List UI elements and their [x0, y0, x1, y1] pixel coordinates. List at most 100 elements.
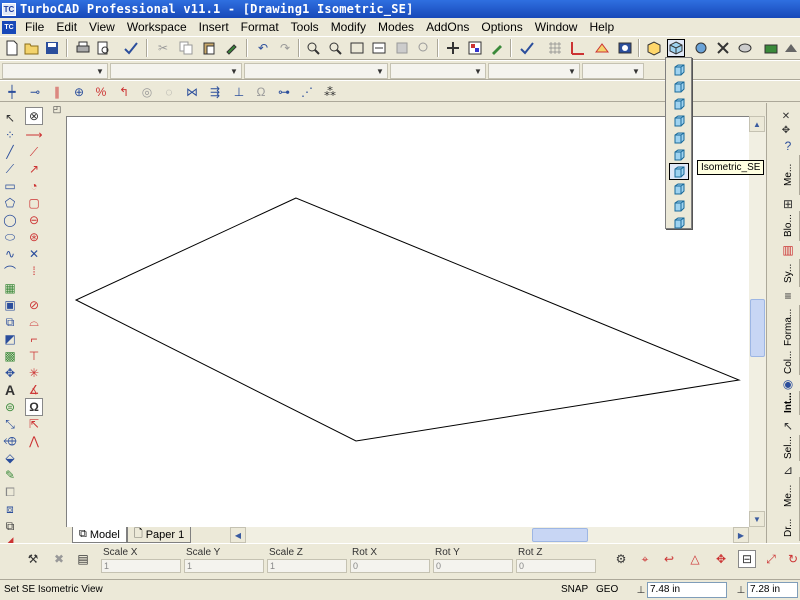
tab-me-2[interactable]: Me... [778, 477, 800, 515]
sphere-tool-icon[interactable]: ⊛ [25, 228, 43, 246]
pen-scale-dropdown[interactable]: ▼ [488, 63, 580, 79]
snap-magnet-icon[interactable]: ⁂ [321, 83, 339, 101]
scale-z-field[interactable]: 1 [267, 559, 347, 573]
isometric-nw-icon[interactable] [669, 214, 689, 231]
spline-tool-icon[interactable]: ⌒ [1, 262, 19, 280]
offset-tool-icon[interactable]: ✳ [25, 364, 43, 382]
mirror-tool-icon[interactable]: ⬲ [1, 432, 19, 450]
menu-edit[interactable]: Edit [50, 18, 83, 36]
snap-tangent-arc-icon[interactable]: ◌ [160, 83, 178, 101]
scale-x-field[interactable]: 1 [101, 559, 181, 573]
snap-middle-icon[interactable]: ∥ [48, 83, 66, 101]
tab-symbols[interactable]: Sy... [778, 259, 800, 287]
cross-tool-icon[interactable]: ✕ [25, 245, 43, 263]
new-file-icon[interactable] [3, 39, 21, 57]
snap-align-icon[interactable]: ⇶ [206, 83, 224, 101]
inquiry-tool-icon[interactable]: Ω [25, 398, 43, 416]
vertical-scroll-thumb[interactable] [750, 299, 765, 357]
brush-dropdown[interactable]: ▼ [582, 63, 644, 79]
select-arrow-icon[interactable]: ↖ [1, 109, 19, 127]
vertical-scrollbar[interactable]: ▲ ▼ [749, 116, 766, 527]
ruler-corner-icon[interactable]: ◰ [50, 103, 64, 115]
curve-tool-icon[interactable]: ∿ [1, 245, 19, 263]
insert-image-icon[interactable]: ✎ [1, 466, 19, 484]
angle-lock-icon[interactable]: △ [686, 550, 704, 568]
walkthrough-icon[interactable] [782, 39, 800, 57]
rotate-handle-icon[interactable]: ↻ [784, 550, 800, 568]
polygon-tool-icon[interactable]: ⬠ [1, 194, 19, 212]
paste-icon[interactable] [200, 39, 218, 57]
cut-icon[interactable]: ✂ [154, 39, 172, 57]
standard-views-icon[interactable] [645, 39, 663, 57]
trim-tool-icon[interactable]: ⌓ [25, 313, 43, 331]
tab-model[interactable]: ⧉ Model [72, 527, 127, 543]
snap-tangent-circle-icon[interactable]: Ω [252, 83, 270, 101]
ellipse-tool-icon[interactable]: ⬭ [1, 228, 19, 246]
isometric-sw-icon[interactable] [669, 180, 689, 197]
horizontal-scrollbar[interactable]: ◀ ▶ [230, 527, 749, 543]
grid-dots-icon[interactable]: ⁞ [25, 262, 43, 280]
isometric-rectangle[interactable] [74, 197, 741, 442]
color-dropdown[interactable]: ▼ [110, 63, 242, 79]
group-tool-icon[interactable]: ▣ [1, 296, 19, 314]
move-reference-icon[interactable]: ✥ [712, 550, 730, 568]
inspector-list-icon[interactable]: ▤ [74, 550, 92, 568]
symbols-icon[interactable]: ▥ [779, 241, 797, 259]
pen-style-dropdown[interactable]: ▼ [244, 63, 388, 79]
geo-indicator[interactable]: GEO [596, 582, 618, 598]
select-by-color-icon[interactable] [466, 39, 484, 57]
pen-width-dropdown[interactable]: ▼ [390, 63, 486, 79]
tab-selection[interactable]: Sel... [778, 435, 800, 461]
menu-addons[interactable]: AddOns [420, 18, 475, 36]
snap-vertex-icon[interactable]: ┿ [3, 83, 21, 101]
format-icon[interactable]: ≡ [779, 287, 797, 305]
menu-tools[interactable]: Tools [285, 18, 325, 36]
dimension-tool-icon[interactable]: ⊤ [25, 347, 43, 365]
snap-intersection-icon[interactable]: ⋈ [183, 83, 201, 101]
box-tool-icon[interactable]: ▢ [25, 194, 43, 212]
scroll-right-icon[interactable]: ▶ [733, 527, 749, 543]
selection-arrow-icon[interactable]: ↖ [779, 417, 797, 435]
zoom-page-icon[interactable] [393, 39, 411, 57]
tangent-line-icon[interactable]: ↗ [25, 160, 43, 178]
chamfer-tool-icon[interactable]: ⋀ [25, 432, 43, 450]
camera-icon[interactable] [762, 39, 780, 57]
scale-handle-icon[interactable]: ⤢ [762, 550, 780, 568]
menu-options[interactable]: Options [475, 18, 528, 36]
tab-blocks[interactable]: Blo... [778, 211, 800, 241]
render-icon[interactable] [692, 39, 710, 57]
scale-y-field[interactable]: 1 [184, 559, 264, 573]
copy-icon[interactable] [177, 39, 195, 57]
polyline-icon[interactable]: ⟋ [1, 160, 19, 178]
grid-icon[interactable] [546, 39, 564, 57]
zoom-previous-icon[interactable] [415, 39, 433, 57]
text-tool-icon[interactable]: A [1, 381, 19, 399]
snap-quadrant-icon[interactable]: ↰ [115, 83, 133, 101]
right-view-icon[interactable] [669, 112, 689, 129]
rectangle-tool-icon[interactable]: ▭ [1, 177, 19, 195]
inspector-cancel-icon[interactable]: ✖ [50, 550, 68, 568]
arc-tool-icon[interactable]: ◔ [25, 177, 43, 195]
scroll-left-icon[interactable]: ◀ [230, 527, 246, 543]
horizontal-scroll-thumb[interactable] [532, 528, 588, 542]
snap-indicator[interactable]: SNAP [561, 582, 588, 598]
snap-drawing-aid-icon[interactable]: ⊶ [275, 83, 293, 101]
reference-point-icon[interactable]: ↩ [660, 550, 678, 568]
array-tool-icon[interactable]: ⬙ [1, 449, 19, 467]
hatch-tool-icon[interactable]: ▦ [1, 279, 19, 297]
menu-modes[interactable]: Modes [372, 18, 420, 36]
workplane-icon[interactable]: ⧠ [1, 483, 19, 501]
symbol-tool-icon[interactable]: ⊜ [1, 398, 19, 416]
lights-icon[interactable] [714, 39, 732, 57]
tab-draw[interactable]: Dr... [778, 515, 800, 541]
snap-grid-icon[interactable]: ⋰ [298, 83, 316, 101]
app-icon[interactable]: TC [2, 2, 16, 16]
menu-help[interactable]: Help [583, 18, 620, 36]
rot-y-field[interactable]: 0 [433, 559, 513, 573]
menu-modify[interactable]: Modify [325, 18, 372, 36]
edit-tool-icon[interactable] [488, 39, 506, 57]
scroll-down-icon[interactable]: ▼ [749, 511, 765, 527]
single-line-icon[interactable]: ╱ [1, 143, 19, 161]
bottom-view-icon[interactable] [669, 146, 689, 163]
snap-nearest-icon[interactable]: ⊸ [26, 83, 44, 101]
